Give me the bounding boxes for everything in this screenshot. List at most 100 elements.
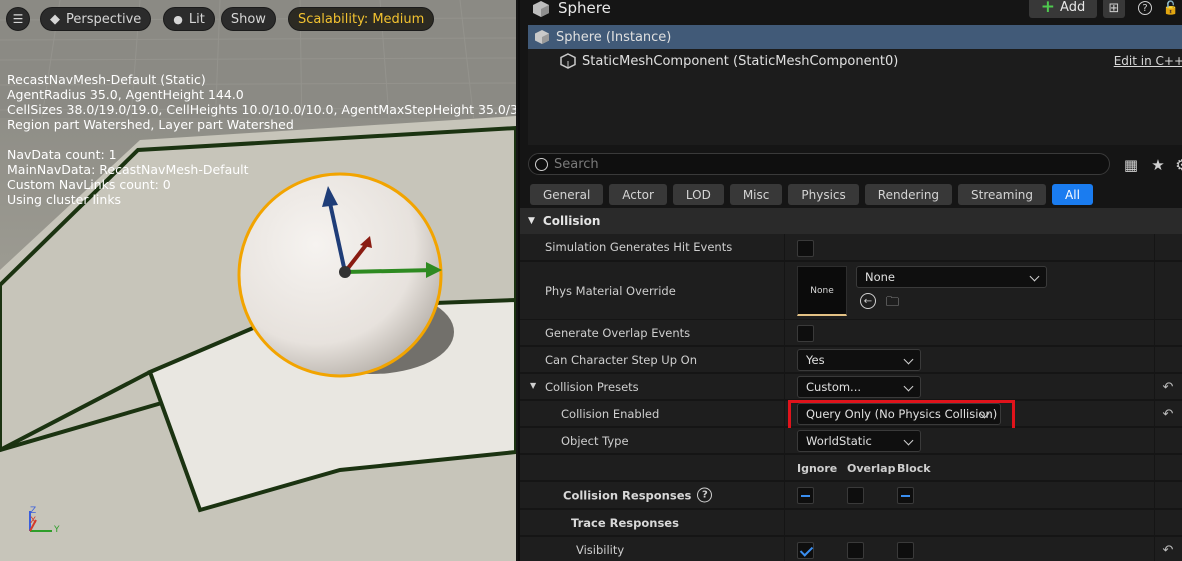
help-icon[interactable]: ? — [697, 487, 713, 503]
navdata-info-line: MainNavData: RecastNavMesh-Default — [7, 162, 249, 177]
prop-collision-responses: Collision Responses ? — [520, 482, 1182, 509]
star-icon: ★ — [1151, 156, 1165, 174]
scalability-label: Scalability: Medium — [297, 11, 425, 27]
cube-icon: ◆ — [50, 11, 60, 27]
filter-lod[interactable]: LOD — [672, 184, 724, 205]
lit-button[interactable]: ● Lit — [163, 7, 215, 31]
col-ignore: Ignore — [797, 462, 838, 475]
expand-arrow-icon[interactable]: ▼ — [530, 381, 536, 390]
reset-to-default-icon[interactable]: ↶ — [1160, 542, 1176, 558]
navmesh-info-line: AgentRadius 35.0, AgentHeight 144.0 — [7, 87, 244, 102]
scalability-button[interactable]: Scalability: Medium — [287, 7, 435, 31]
add-label: Add — [1060, 0, 1086, 15]
prop-label: Generate Overlap Events — [545, 325, 691, 340]
phys-material-picker[interactable]: None — [856, 266, 1047, 288]
actor-icon — [533, 1, 549, 17]
search-icon — [535, 157, 548, 171]
chevron-down-icon — [903, 381, 914, 392]
show-button[interactable]: Show — [220, 7, 276, 31]
prop-visibility: Visibility ↶ — [520, 537, 1182, 561]
use-selected-icon[interactable]: ← — [860, 293, 876, 309]
filter-misc[interactable]: Misc — [729, 184, 783, 205]
browse-icon[interactable]: 🗀 — [886, 293, 904, 310]
collapse-arrow-icon: ▼ — [528, 216, 535, 226]
filter-physics[interactable]: Physics — [788, 184, 859, 205]
visibility-ignore-checkbox[interactable] — [797, 542, 814, 559]
lit-label: Lit — [188, 11, 205, 27]
prop-step-up: Can Character Step Up On Yes — [520, 347, 1182, 373]
favorites-button[interactable]: ★ — [1148, 155, 1168, 175]
navmesh-info-line: Region part Watershed, Layer part Waters… — [7, 117, 294, 132]
responses-overlap-checkbox[interactable] — [847, 487, 864, 504]
overlap-events-checkbox[interactable] — [797, 325, 814, 342]
visibility-block-checkbox[interactable] — [897, 542, 914, 559]
axis-y-label: Y — [54, 525, 60, 535]
collision-presets-dropdown[interactable]: Custom... — [797, 376, 921, 398]
chevron-down-icon — [903, 435, 914, 446]
lock-button[interactable]: 🔓 — [1160, 0, 1182, 18]
search-box[interactable] — [528, 153, 1110, 175]
responses-block-checkbox[interactable] — [897, 487, 914, 504]
viewport-menu-button[interactable]: ☰ — [6, 7, 30, 31]
tree-item-label: Sphere (Instance) — [556, 29, 672, 45]
actor-icon — [535, 30, 549, 44]
plus-icon: + — [1040, 0, 1056, 17]
combo-value: None — [865, 270, 896, 284]
axis-x-label: X — [30, 516, 37, 526]
combo-value: Custom... — [806, 380, 862, 394]
category-collision[interactable]: ▼ Collision — [520, 208, 1182, 234]
search-input[interactable] — [554, 156, 1074, 172]
filter-tabs: General Actor LOD Misc Physics Rendering… — [530, 184, 1093, 205]
navdata-info-line: Using cluster links — [7, 192, 122, 207]
reset-to-default-icon[interactable]: ↶ — [1160, 406, 1176, 422]
navdata-info-line: NavData count: 1 — [7, 147, 117, 162]
step-up-dropdown[interactable]: Yes — [797, 349, 921, 371]
tree-item-label: StaticMeshComponent (StaticMeshComponent… — [582, 53, 899, 69]
lit-sphere-icon: ● — [173, 12, 183, 26]
prop-label: Collision Responses ? — [563, 487, 713, 503]
sim-hit-checkbox[interactable] — [797, 240, 814, 257]
responses-ignore-checkbox[interactable] — [797, 487, 814, 504]
hierarchy-icon: ⊞ — [1108, 0, 1120, 16]
prop-label: Simulation Generates Hit Events — [545, 240, 733, 254]
visibility-overlap-checkbox[interactable] — [847, 542, 864, 559]
prop-label: Visibility — [576, 542, 625, 557]
settings-button[interactable]: ⚙ — [1172, 155, 1182, 175]
perspective-button[interactable]: ◆ Perspective — [40, 7, 152, 31]
prop-label: Phys Material Override — [545, 283, 676, 298]
viewport-toolbar: ☰ ◆ Perspective ● Lit Show Scalability: … — [6, 6, 435, 32]
prop-sim-hit-events: Simulation Generates Hit Events — [520, 234, 1182, 261]
reset-to-default-icon[interactable]: ↶ — [1160, 379, 1176, 395]
navdata-info: NavData count: 1 MainNavData: RecastNavM… — [7, 147, 249, 207]
blueprint-button[interactable]: ⊞ — [1103, 0, 1125, 18]
prop-phys-material: Phys Material Override None None ← 🗀 — [520, 262, 1182, 320]
prop-object-type: Object Type WorldStatic — [520, 428, 1182, 454]
perspective-label: Perspective — [66, 11, 142, 27]
navmesh-info: RecastNavMesh-Default (Static) AgentRadi… — [7, 72, 516, 132]
gear-icon: ⚙ — [1175, 156, 1182, 174]
filter-streaming[interactable]: Streaming — [958, 184, 1047, 205]
help-button[interactable]: ? — [1134, 0, 1156, 18]
level-viewport[interactable]: ☰ ◆ Perspective ● Lit Show Scalability: … — [0, 0, 516, 561]
navdata-info-line: Custom NavLinks count: 0 — [7, 177, 171, 192]
filter-general[interactable]: General — [530, 184, 604, 205]
details-header: Sphere + Add ⊞ ? 🔓 — [520, 0, 1182, 22]
tree-item-static-mesh[interactable]: StaticMeshComponent (StaticMeshComponent… — [528, 49, 1182, 73]
property-matrix-button[interactable]: ▦ — [1121, 155, 1141, 175]
chevron-down-icon — [903, 354, 914, 365]
filter-actor[interactable]: Actor — [609, 184, 667, 205]
prop-overlap-events: Generate Overlap Events — [520, 320, 1182, 346]
help-icon: ? — [1138, 1, 1152, 15]
col-overlap: Overlap — [847, 462, 896, 475]
tree-item-root[interactable]: Sphere (Instance) — [528, 25, 1182, 49]
chevron-down-icon — [1029, 271, 1040, 282]
prop-trace-responses: Trace Responses — [520, 510, 1182, 536]
add-component-button[interactable]: + Add — [1029, 0, 1097, 18]
response-column-header-row: Ignore Overlap Block — [520, 455, 1182, 481]
filter-all[interactable]: All — [1052, 184, 1093, 205]
phys-material-thumbnail[interactable]: None — [797, 266, 847, 316]
edit-in-cpp-link[interactable]: Edit in C++ — [1114, 54, 1182, 68]
responses-label: Collision Responses — [563, 488, 692, 502]
filter-rendering[interactable]: Rendering — [864, 184, 953, 205]
object-type-dropdown[interactable]: WorldStatic — [797, 430, 921, 452]
